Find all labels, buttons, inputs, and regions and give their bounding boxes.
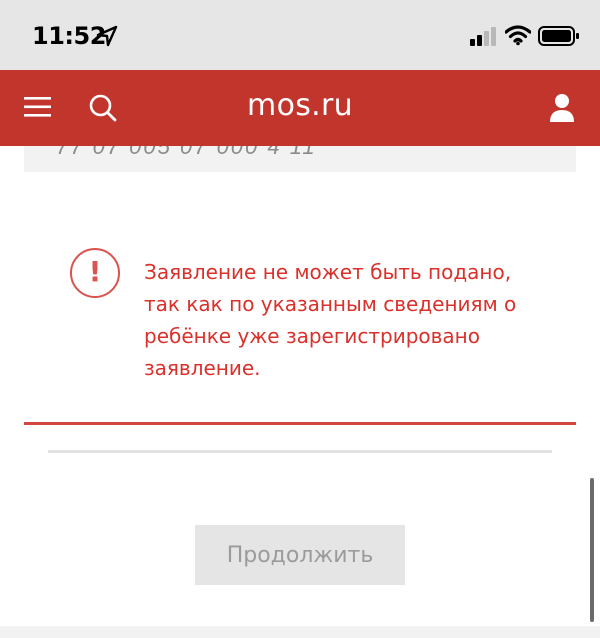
bottom-bar: [0, 626, 600, 638]
status-time: 11:52: [32, 22, 106, 50]
site-title[interactable]: mos.ru: [0, 88, 600, 123]
error-message: Заявление не может быть подано, так как …: [144, 260, 517, 380]
exclamation-circle-icon: !: [70, 248, 120, 298]
error-divider: [24, 422, 576, 425]
wifi-icon: [505, 25, 531, 46]
battery-icon: [538, 26, 579, 46]
section-divider: [48, 450, 552, 453]
field-value: 77 07 005 07 000 4 11: [56, 146, 317, 159]
location-arrow-icon: [96, 25, 118, 47]
cellular-signal-icon: [470, 27, 496, 46]
continue-button[interactable]: Продолжить: [195, 525, 405, 585]
user-icon[interactable]: [548, 93, 576, 123]
field-block: 77 07 005 07 000 4 11: [24, 146, 576, 172]
scrollbar[interactable]: [590, 478, 594, 622]
